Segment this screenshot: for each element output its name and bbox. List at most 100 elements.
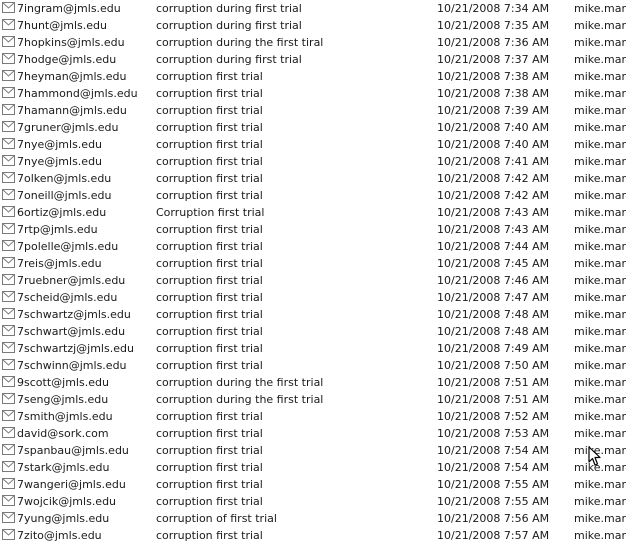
message-row[interactable]: 7stark@jmls.edu corruption first trial 10/… bbox=[0, 459, 626, 476]
message-subject: corruption first trial bbox=[156, 444, 263, 457]
message-row[interactable]: 7spanbau@jmls.edu corruption first trial 1… bbox=[0, 442, 626, 459]
message-recipient: mike.mars bbox=[574, 36, 626, 49]
envelope-icon bbox=[2, 512, 16, 524]
message-row[interactable]: 6ortiz@jmls.edu Corruption first trial 10/… bbox=[0, 204, 626, 221]
message-subject: corruption first trial bbox=[156, 359, 263, 372]
envelope-icon bbox=[2, 206, 16, 218]
message-sender: 9scott@jmls.edu bbox=[17, 376, 109, 389]
message-recipient: mike.mars bbox=[574, 427, 626, 440]
envelope-icon bbox=[2, 138, 16, 150]
message-received: 10/21/2008 7:39 AM bbox=[437, 104, 550, 117]
message-received: 10/21/2008 7:53 AM bbox=[437, 427, 550, 440]
message-sender: 7ruebner@jmls.edu bbox=[17, 274, 126, 287]
message-row[interactable]: 7hunt@jmls.edu corruption during first tr… bbox=[0, 17, 626, 34]
message-sender: 7hodge@jmls.edu bbox=[17, 53, 117, 66]
message-sender: 7olken@jmls.edu bbox=[17, 172, 112, 185]
message-row[interactable]: 7hopkins@jmls.edu corruption during the f… bbox=[0, 34, 626, 51]
message-row[interactable]: 7olken@jmls.edu corruption first trial 10/… bbox=[0, 170, 626, 187]
envelope-icon bbox=[2, 359, 16, 371]
message-sender: 7hunt@jmls.edu bbox=[17, 19, 108, 32]
message-subject: corruption first trial bbox=[156, 427, 263, 440]
envelope-icon bbox=[2, 529, 16, 541]
message-recipient: mike.mars bbox=[574, 478, 626, 491]
message-row[interactable]: 7scheid@jmls.edu corruption first trial 10… bbox=[0, 289, 626, 306]
message-received: 10/21/2008 7:45 AM bbox=[437, 257, 550, 270]
envelope-icon bbox=[2, 155, 16, 167]
message-row[interactable]: 7zito@jmls.edu corruption first trial 10/2… bbox=[0, 527, 626, 544]
message-row[interactable]: 7seng@jmls.edu corruption during the firs… bbox=[0, 391, 626, 408]
envelope-icon bbox=[2, 36, 16, 48]
message-row[interactable]: 7wojcik@jmls.edu corruption first trial 10… bbox=[0, 493, 626, 510]
message-received: 10/21/2008 7:55 AM bbox=[437, 478, 550, 491]
message-sender: 7nye@jmls.edu bbox=[17, 138, 103, 151]
message-recipient: mike.mars bbox=[574, 155, 626, 168]
envelope-icon bbox=[2, 393, 16, 405]
message-subject: corruption first trial bbox=[156, 223, 263, 236]
message-row[interactable]: 7yung@jmls.edu corruption of first trial 1… bbox=[0, 510, 626, 527]
message-row[interactable]: 7ruebner@jmls.edu corruption first trial 1… bbox=[0, 272, 626, 289]
message-row[interactable]: 7schwartz@jmls.edu corruption first trial… bbox=[0, 306, 626, 323]
message-received: 10/21/2008 7:52 AM bbox=[437, 410, 550, 423]
message-sender: 7schwartzj@jmls.edu bbox=[17, 342, 134, 355]
message-recipient: mike.mars bbox=[574, 53, 626, 66]
message-row[interactable]: 7heyman@jmls.edu corruption first trial 10… bbox=[0, 68, 626, 85]
envelope-icon bbox=[2, 444, 16, 456]
message-row[interactable]: david@sork.com corruption first trial 10/2… bbox=[0, 425, 626, 442]
message-recipient: mike.mars bbox=[574, 274, 626, 287]
message-received: 10/21/2008 7:48 AM bbox=[437, 308, 550, 321]
message-subject: corruption first trial bbox=[156, 325, 263, 338]
message-sender: 7schwartz@jmls.edu bbox=[17, 308, 131, 321]
message-recipient: mike.mars bbox=[574, 240, 626, 253]
envelope-icon bbox=[2, 172, 16, 184]
message-sender: 6ortiz@jmls.edu bbox=[17, 206, 107, 219]
message-sender: 7zito@jmls.edu bbox=[17, 529, 102, 542]
message-row[interactable]: 7schwartzj@jmls.edu corruption first tria… bbox=[0, 340, 626, 357]
envelope-icon bbox=[2, 291, 16, 303]
message-row[interactable]: 7polelle@jmls.edu corruption first trial 1… bbox=[0, 238, 626, 255]
envelope-icon bbox=[2, 53, 16, 65]
message-row[interactable]: 7nye@jmls.edu corruption first trial 10/21… bbox=[0, 153, 626, 170]
message-row[interactable]: 7schwart@jmls.edu corruption first trial 1… bbox=[0, 323, 626, 340]
message-row[interactable]: 7hodge@jmls.edu corruption during first t… bbox=[0, 51, 626, 68]
message-row[interactable]: 7schwinn@jmls.edu corruption first trial 1… bbox=[0, 357, 626, 374]
message-subject: corruption first trial bbox=[156, 121, 263, 134]
message-row[interactable]: 7rtp@jmls.edu corruption first trial 10/21… bbox=[0, 221, 626, 238]
envelope-icon bbox=[2, 478, 16, 490]
message-sender: 7schwinn@jmls.edu bbox=[17, 359, 127, 372]
message-received: 10/21/2008 7:40 AM bbox=[437, 138, 550, 151]
message-received: 10/21/2008 7:42 AM bbox=[437, 189, 550, 202]
message-row[interactable]: 7smith@jmls.edu corruption first trial 10/… bbox=[0, 408, 626, 425]
message-row[interactable]: 7oneill@jmls.edu corruption first trial 10… bbox=[0, 187, 626, 204]
message-received: 10/21/2008 7:37 AM bbox=[437, 53, 550, 66]
message-recipient: mike.mars bbox=[574, 444, 626, 457]
envelope-icon bbox=[2, 427, 16, 439]
message-subject: corruption during first trial bbox=[156, 2, 302, 15]
message-received: 10/21/2008 7:40 AM bbox=[437, 121, 550, 134]
message-received: 10/21/2008 7:54 AM bbox=[437, 444, 550, 457]
message-recipient: mike.mars bbox=[574, 342, 626, 355]
message-row[interactable]: 7ingram@jmls.edu corruption during first … bbox=[0, 0, 626, 17]
message-recipient: mike.mars bbox=[574, 529, 626, 542]
message-row[interactable]: 7hammond@jmls.edu corruption first trial 1… bbox=[0, 85, 626, 102]
message-sender: 7wojcik@jmls.edu bbox=[17, 495, 117, 508]
message-subject: corruption during first trial bbox=[156, 53, 302, 66]
message-recipient: mike.mars bbox=[574, 512, 626, 525]
message-row[interactable]: 7reis@jmls.edu corruption first trial 10/2… bbox=[0, 255, 626, 272]
message-row[interactable]: 7nye@jmls.edu corruption first trial 10/21… bbox=[0, 136, 626, 153]
message-recipient: mike.mars bbox=[574, 393, 626, 406]
message-sender: 7hammond@jmls.edu bbox=[17, 87, 138, 100]
message-recipient: mike.mars bbox=[574, 495, 626, 508]
message-received: 10/21/2008 7:57 AM bbox=[437, 529, 550, 542]
message-row[interactable]: 7gruner@jmls.edu corruption first trial 10… bbox=[0, 119, 626, 136]
message-row[interactable]: 7wangeri@jmls.edu corruption first trial 1… bbox=[0, 476, 626, 493]
envelope-icon bbox=[2, 376, 16, 388]
message-subject: corruption first trial bbox=[156, 308, 263, 321]
message-row[interactable]: 9scott@jmls.edu corruption during the fir… bbox=[0, 374, 626, 391]
message-subject: corruption first trial bbox=[156, 291, 263, 304]
message-subject: corruption during the first tiral bbox=[156, 36, 324, 49]
message-received: 10/21/2008 7:54 AM bbox=[437, 461, 550, 474]
message-subject: Corruption first trial bbox=[156, 206, 265, 219]
message-subject: corruption first trial bbox=[156, 138, 263, 151]
message-row[interactable]: 7hamann@jmls.edu corruption first trial 10… bbox=[0, 102, 626, 119]
message-subject: corruption during the first trial bbox=[156, 393, 324, 406]
